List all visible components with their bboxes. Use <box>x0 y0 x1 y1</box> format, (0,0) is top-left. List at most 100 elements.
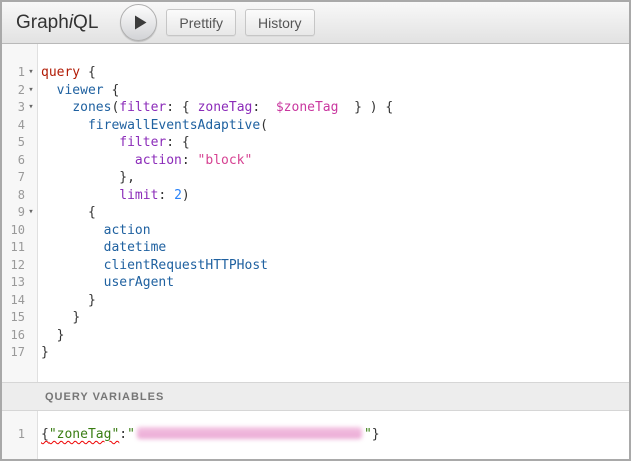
line-number: 11 <box>2 239 25 257</box>
token-punct: { <box>104 83 120 98</box>
code-text: } <box>37 327 64 345</box>
token-attribute: filter <box>119 135 166 150</box>
code-line[interactable]: 1▾query { <box>2 64 629 82</box>
code-line[interactable]: 4 firewallEventsAdaptive( <box>2 117 629 135</box>
token-punct: } <box>57 328 65 343</box>
token-punct: ( <box>260 118 268 133</box>
query-variables-title: QUERY VARIABLES <box>45 391 164 403</box>
play-icon <box>134 15 147 30</box>
code-text: firewallEventsAdaptive( <box>37 117 268 135</box>
code-text: {"zoneTag":""} <box>37 426 380 444</box>
fold-toggle-icon[interactable]: ▾ <box>25 64 37 82</box>
code-text: datetime <box>37 239 166 257</box>
fold-gutter-spacer <box>25 426 37 444</box>
code-text: { <box>37 204 96 222</box>
token-punct: : { <box>166 135 189 150</box>
code-text: } <box>37 292 96 310</box>
token-property: datetime <box>104 240 167 255</box>
fold-gutter-spacer <box>25 344 37 362</box>
token-jsonprop: "zoneTag" <box>49 427 119 442</box>
fold-gutter-spacer <box>25 257 37 275</box>
line-number: 8 <box>2 187 25 205</box>
token-punct: ) <box>182 188 190 203</box>
line-number: 5 <box>2 134 25 152</box>
token-property: zones <box>72 100 111 115</box>
code-text: query { <box>37 64 96 82</box>
fold-gutter-spacer <box>25 152 37 170</box>
token-property: firewallEventsAdaptive <box>88 118 260 133</box>
token-attribute: limit <box>119 188 158 203</box>
graphiql-window: GraphiQL Prettify History 1▾query {2▾ vi… <box>0 0 631 461</box>
fold-gutter-spacer <box>25 187 37 205</box>
code-text: userAgent <box>37 274 174 292</box>
query-editor[interactable]: 1▾query {2▾ viewer {3▾ zones(filter: { z… <box>2 44 629 382</box>
line-number: 14 <box>2 292 25 310</box>
code-line[interactable]: 14 } <box>2 292 629 310</box>
variables-editor[interactable]: 1{"zoneTag":""} <box>2 411 629 459</box>
fold-toggle-icon[interactable]: ▾ <box>25 204 37 222</box>
history-button[interactable]: History <box>245 9 315 36</box>
token-punct: : <box>252 100 275 115</box>
code-line[interactable]: 5 filter: { <box>2 134 629 152</box>
code-line[interactable]: 9▾ { <box>2 204 629 222</box>
token-attribute: zoneTag <box>198 100 253 115</box>
line-number: 12 <box>2 257 25 275</box>
code-text: viewer { <box>37 82 119 100</box>
fold-gutter-spacer <box>25 239 37 257</box>
line-number: 2 <box>2 82 25 100</box>
code-line[interactable]: 2▾ viewer { <box>2 82 629 100</box>
token-punct: } <box>372 427 380 442</box>
code-line[interactable]: 12 clientRequestHTTPHost <box>2 257 629 275</box>
line-number: 3 <box>2 99 25 117</box>
toolbar: GraphiQL Prettify History <box>2 2 629 44</box>
fold-gutter-spacer <box>25 309 37 327</box>
token-punct: }, <box>119 170 135 185</box>
fold-gutter-spacer <box>25 134 37 152</box>
line-number: 10 <box>2 222 25 240</box>
code-text: clientRequestHTTPHost <box>37 257 268 275</box>
code-text: } <box>37 309 80 327</box>
query-variables-title-bar[interactable]: QUERY VARIABLES <box>2 382 629 411</box>
token-jsonprop: " <box>364 427 372 442</box>
token-punct: { <box>41 427 49 442</box>
code-text: } <box>37 344 49 362</box>
code-text: filter: { <box>37 134 190 152</box>
token-punct: : { <box>166 100 197 115</box>
line-number: 16 <box>2 327 25 345</box>
logo-text-post: QL <box>73 12 98 33</box>
code-text: action: "block" <box>37 152 252 170</box>
token-string: "block" <box>198 153 253 168</box>
code-line[interactable]: 8 limit: 2) <box>2 187 629 205</box>
code-line[interactable]: 16 } <box>2 327 629 345</box>
code-line[interactable]: 17} <box>2 344 629 362</box>
fold-gutter-spacer <box>25 222 37 240</box>
graphiql-logo: GraphiQL <box>16 12 98 34</box>
prettify-button[interactable]: Prettify <box>166 9 236 36</box>
fold-toggle-icon[interactable]: ▾ <box>25 99 37 117</box>
line-number: 1 <box>2 426 25 444</box>
line-number: 15 <box>2 309 25 327</box>
token-property: action <box>104 223 151 238</box>
fold-gutter-spacer <box>25 169 37 187</box>
code-line[interactable]: 11 datetime <box>2 239 629 257</box>
code-text: }, <box>37 169 135 187</box>
token-punct: } <box>72 310 80 325</box>
code-line[interactable]: 7 }, <box>2 169 629 187</box>
variables-code-lines: 1{"zoneTag":""} <box>2 411 629 444</box>
code-line[interactable]: 3▾ zones(filter: { zoneTag: $zoneTag } )… <box>2 99 629 117</box>
fold-toggle-icon[interactable]: ▾ <box>25 82 37 100</box>
line-number: 17 <box>2 344 25 362</box>
token-jsonprop: " <box>127 427 135 442</box>
token-property: viewer <box>57 83 104 98</box>
code-line[interactable]: 13 userAgent <box>2 274 629 292</box>
code-line[interactable]: 1{"zoneTag":""} <box>2 426 629 444</box>
code-line[interactable]: 15 } <box>2 309 629 327</box>
query-code-lines: 1▾query {2▾ viewer {3▾ zones(filter: { z… <box>2 44 629 362</box>
execute-query-button[interactable] <box>120 4 157 41</box>
token-number: 2 <box>174 188 182 203</box>
code-line[interactable]: 10 action <box>2 222 629 240</box>
line-number: 1 <box>2 64 25 82</box>
code-line[interactable]: 6 action: "block" <box>2 152 629 170</box>
token-keyword: query <box>41 65 88 80</box>
token-punct: } ) { <box>338 100 393 115</box>
